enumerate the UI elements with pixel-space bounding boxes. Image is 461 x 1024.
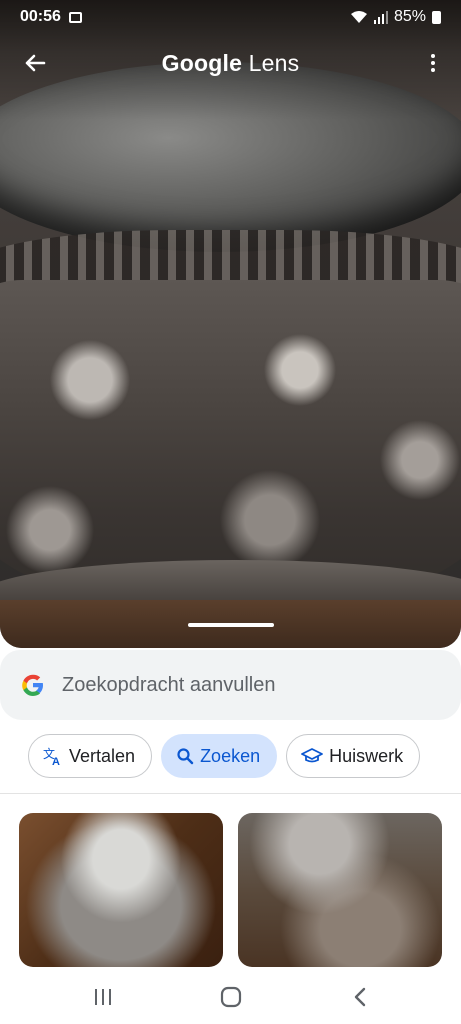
result-thumbnail-1[interactable] [19,813,223,967]
chip-translate[interactable]: 文 A Vertalen [28,734,153,778]
status-bar: 00:56 85% [0,0,461,34]
chip-homework-label: Huiswerk [329,745,404,766]
app-title-brand: Google [161,49,243,76]
app-title-product: Lens [248,49,300,76]
chip-search-label: Zoeken [200,745,261,766]
chip-translate-label: Vertalen [69,745,136,766]
status-right: 85% [350,8,441,26]
graduation-cap-icon [301,748,324,763]
battery-percentage: 85% [393,8,426,25]
arrow-left-icon[interactable] [20,48,50,78]
status-time: 00:56 [20,8,61,25]
home-icon[interactable] [216,984,246,1010]
result-thumbnail-2[interactable] [238,813,442,967]
action-chips: 文 A Vertalen Zoeken Huiswerk [0,734,461,778]
google-g-icon [22,674,43,696]
drag-handle[interactable] [188,623,274,627]
search-placeholder[interactable]: Zoekopdracht aanvullen [62,674,275,697]
translate-icon: 文 A [43,746,60,766]
battery-icon [432,10,441,24]
more-vertical-icon[interactable] [425,48,441,78]
chip-homework[interactable]: Huiswerk [286,734,421,778]
captured-photo[interactable] [0,0,461,648]
recents-icon[interactable] [88,984,118,1010]
chip-search[interactable]: Zoeken [161,734,278,778]
back-icon[interactable] [345,984,375,1010]
app-bar: Google Lens [0,40,461,86]
svg-text:A: A [52,756,60,766]
search-icon [177,748,194,765]
app-title: Google Lens [162,50,300,77]
google-lens-screen: 00:56 85% Google Lens Zoekopdracht aanvu… [0,0,461,1024]
signal-icon [373,10,388,24]
divider [0,793,461,794]
image-icon [68,11,82,23]
search-bar[interactable]: Zoekopdracht aanvullen [0,650,461,720]
wifi-icon [350,11,367,23]
navigation-bar [0,970,461,1024]
